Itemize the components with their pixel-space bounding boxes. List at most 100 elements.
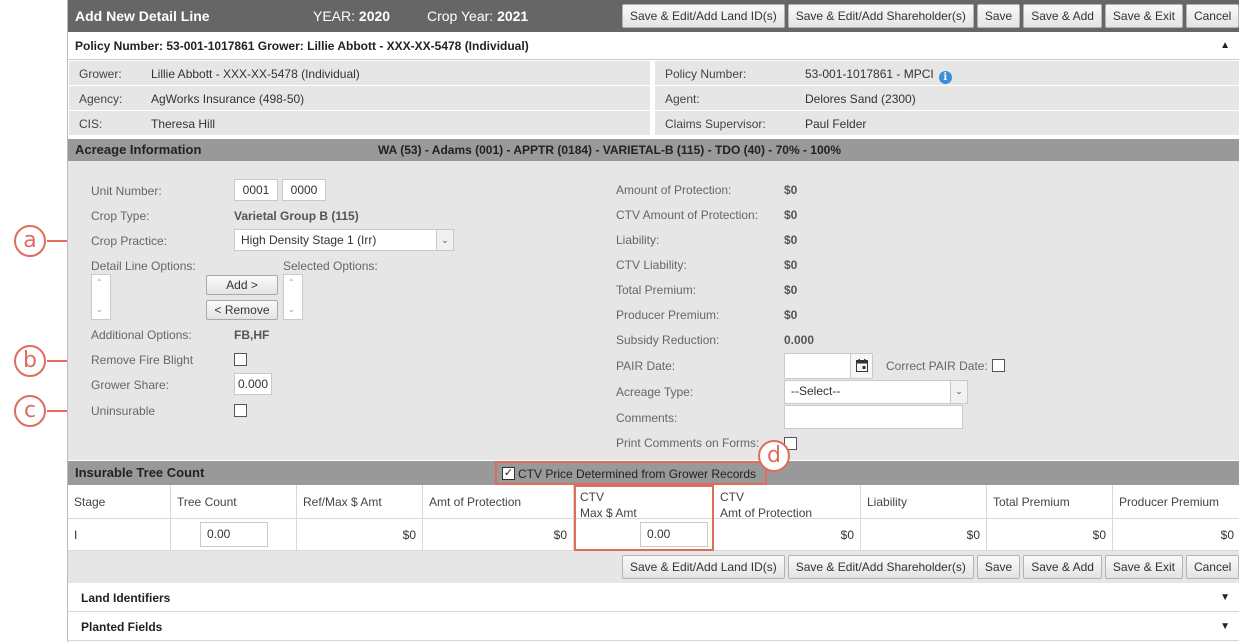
chevron-down-icon: ⌄ <box>436 230 453 250</box>
policy-header[interactable]: Policy Number: 53-001-1017861 Grower: Li… <box>68 32 1239 60</box>
callout-b: b <box>14 345 46 377</box>
agent-label: Agent: <box>665 92 700 106</box>
acreage-type-select[interactable]: --Select-- ⌄ <box>784 380 968 404</box>
land-identifiers-title: Land Identifiers <box>81 591 171 605</box>
crop-practice-select[interactable]: High Density Stage 1 (Irr) ⌄ <box>234 229 454 251</box>
scroll-up-icon[interactable]: ⌃ <box>288 278 295 287</box>
chevron-down-icon: ⌄ <box>950 381 967 403</box>
table-liability-value: $0 <box>966 528 980 542</box>
liability-label: Liability: <box>616 233 660 247</box>
ctv-amt-protection-value: $0 <box>840 528 854 542</box>
total-premium-value: $0 <box>784 283 798 297</box>
total-premium-label: Total Premium: <box>616 283 697 297</box>
selected-options-list[interactable]: ⌃ ⌄ <box>283 274 303 320</box>
save-button[interactable]: Save <box>976 4 1021 28</box>
amt-protection-value: $0 <box>553 528 567 542</box>
info-row-agency: Agency: AgWorks Insurance (498-50) Agent… <box>68 86 1239 111</box>
info-row-cis: CIS: Theresa Hill Claims Supervisor: Pau… <box>68 111 1239 136</box>
planted-fields-section[interactable]: Planted Fields ▼ <box>68 612 1239 641</box>
cis-label: CIS: <box>79 117 103 131</box>
detail-line-options-list[interactable]: ⌃ ⌄ <box>91 274 111 320</box>
expand-down-icon[interactable]: ▼ <box>1220 621 1230 632</box>
scroll-up-icon[interactable]: ⌃ <box>96 278 103 287</box>
save-add-button-bottom[interactable]: Save & Add <box>1023 555 1102 579</box>
detail-line-panel: Add New Detail Line YEAR: 2020 Crop Year… <box>67 0 1239 642</box>
cancel-button[interactable]: Cancel <box>1185 4 1239 28</box>
scroll-down-icon[interactable]: ⌄ <box>96 305 103 314</box>
save-edit-land-button-bottom[interactable]: Save & Edit/Add Land ID(s) <box>622 555 785 579</box>
bottom-button-row: Save & Edit/Add Land ID(s) Save & Edit/A… <box>622 555 1239 579</box>
ctv-liability-value: $0 <box>784 258 798 272</box>
collapse-up-icon[interactable]: ▲ <box>1220 40 1230 51</box>
unit-number-input-2[interactable]: 0000 <box>282 179 326 201</box>
save-edit-shareholder-button-bottom[interactable]: Save & Edit/Add Shareholder(s) <box>787 555 974 579</box>
detail-line-options-label: Detail Line Options: <box>91 259 196 273</box>
save-exit-button-bottom[interactable]: Save & Exit <box>1104 555 1183 579</box>
ctv-liability-label: CTV Liability: <box>616 258 687 272</box>
column-header-producer-premium: Producer Premium <box>1119 495 1220 509</box>
add-option-button[interactable]: Add > <box>206 275 278 295</box>
table-producer-premium-value: $0 <box>1220 528 1234 542</box>
claims-supervisor-value: Paul Felder <box>805 117 867 131</box>
info-row-grower: Grower: Lillie Abbott - XXX-XX-5478 (Ind… <box>68 61 1239 86</box>
scroll-down-icon[interactable]: ⌄ <box>288 305 295 314</box>
acreage-section-header: Acreage Information WA (53) - Adams (001… <box>68 139 1239 161</box>
column-header-tree-count: Tree Count <box>177 495 237 509</box>
crop-type-label: Crop Type: <box>91 209 150 223</box>
grower-share-label: Grower Share: <box>91 378 170 392</box>
save-button-bottom[interactable]: Save <box>976 555 1021 579</box>
uninsurable-checkbox[interactable] <box>234 404 247 417</box>
additional-options-value: FB,HF <box>234 328 270 342</box>
correct-pair-date-checkbox[interactable] <box>992 359 1005 372</box>
producer-premium-label: Producer Premium: <box>616 308 720 322</box>
comments-label: Comments: <box>616 411 678 425</box>
year-display: YEAR: 2020 <box>313 8 391 24</box>
save-edit-land-button[interactable]: Save & Edit/Add Land ID(s) <box>622 4 785 28</box>
land-identifiers-section[interactable]: Land Identifiers ▼ <box>68 583 1239 612</box>
pair-date-input[interactable] <box>784 353 873 379</box>
additional-options-label: Additional Options: <box>91 328 192 342</box>
info-icon[interactable]: i <box>938 71 952 84</box>
cis-value: Theresa Hill <box>151 117 216 131</box>
save-edit-shareholder-button[interactable]: Save & Edit/Add Shareholder(s) <box>787 4 974 28</box>
agency-label: Agency: <box>79 92 123 106</box>
ref-max-value: $0 <box>402 528 416 542</box>
claims-supervisor-label: Claims Supervisor: <box>665 117 766 131</box>
column-header-ctv-amt-protection: CTV Amt of Protection <box>720 490 813 520</box>
column-header-amt-protection: Amt of Protection <box>429 495 522 509</box>
ctv-amount-protection-value: $0 <box>784 208 798 222</box>
table-total-premium-value: $0 <box>1092 528 1106 542</box>
unit-number-input-1[interactable]: 0001 <box>234 179 278 201</box>
crop-year-display: Crop Year: 2021 <box>427 8 529 24</box>
save-exit-button[interactable]: Save & Exit <box>1104 4 1183 28</box>
top-button-row: Save & Edit/Add Land ID(s) Save & Edit/A… <box>622 4 1239 28</box>
grower-share-input[interactable]: 0.000 <box>234 373 272 395</box>
grower-value: Lillie Abbott - XXX-XX-5478 (Individual) <box>151 67 360 81</box>
comments-input[interactable] <box>784 405 963 429</box>
crop-practice-value: High Density Stage 1 (Irr) <box>241 233 377 247</box>
print-comments-label: Print Comments on Forms: <box>616 436 760 450</box>
ctv-max-highlight <box>574 485 714 551</box>
callout-a: a <box>14 225 46 257</box>
save-add-button[interactable]: Save & Add <box>1023 4 1102 28</box>
page-title: Add New Detail Line <box>75 8 210 24</box>
callout-d: d <box>758 440 790 472</box>
cancel-button-bottom[interactable]: Cancel <box>1185 555 1239 579</box>
correct-pair-date-label: Correct PAIR Date: <box>886 359 988 373</box>
subsidy-reduction-value: 0.000 <box>784 333 815 347</box>
tree-count-input[interactable]: 0.00 <box>200 522 268 547</box>
acreage-summary: WA (53) - Adams (001) - APPTR (0184) - V… <box>378 143 841 157</box>
selected-options-label: Selected Options: <box>283 259 378 273</box>
expand-down-icon[interactable]: ▼ <box>1220 592 1230 603</box>
remove-option-button[interactable]: < Remove <box>206 300 278 320</box>
remove-fire-blight-checkbox[interactable] <box>234 353 247 366</box>
calendar-icon[interactable] <box>850 354 872 378</box>
uninsurable-label: Uninsurable <box>91 404 156 418</box>
ctv-amount-protection-label: CTV Amount of Protection: <box>616 208 759 222</box>
tree-count-title: Insurable Tree Count <box>75 465 205 480</box>
subsidy-reduction-label: Subsidy Reduction: <box>616 333 720 347</box>
column-header-liability: Liability <box>867 495 908 509</box>
grower-label: Grower: <box>79 67 122 81</box>
producer-premium-value: $0 <box>784 308 798 322</box>
amount-protection-label: Amount of Protection: <box>616 183 732 197</box>
